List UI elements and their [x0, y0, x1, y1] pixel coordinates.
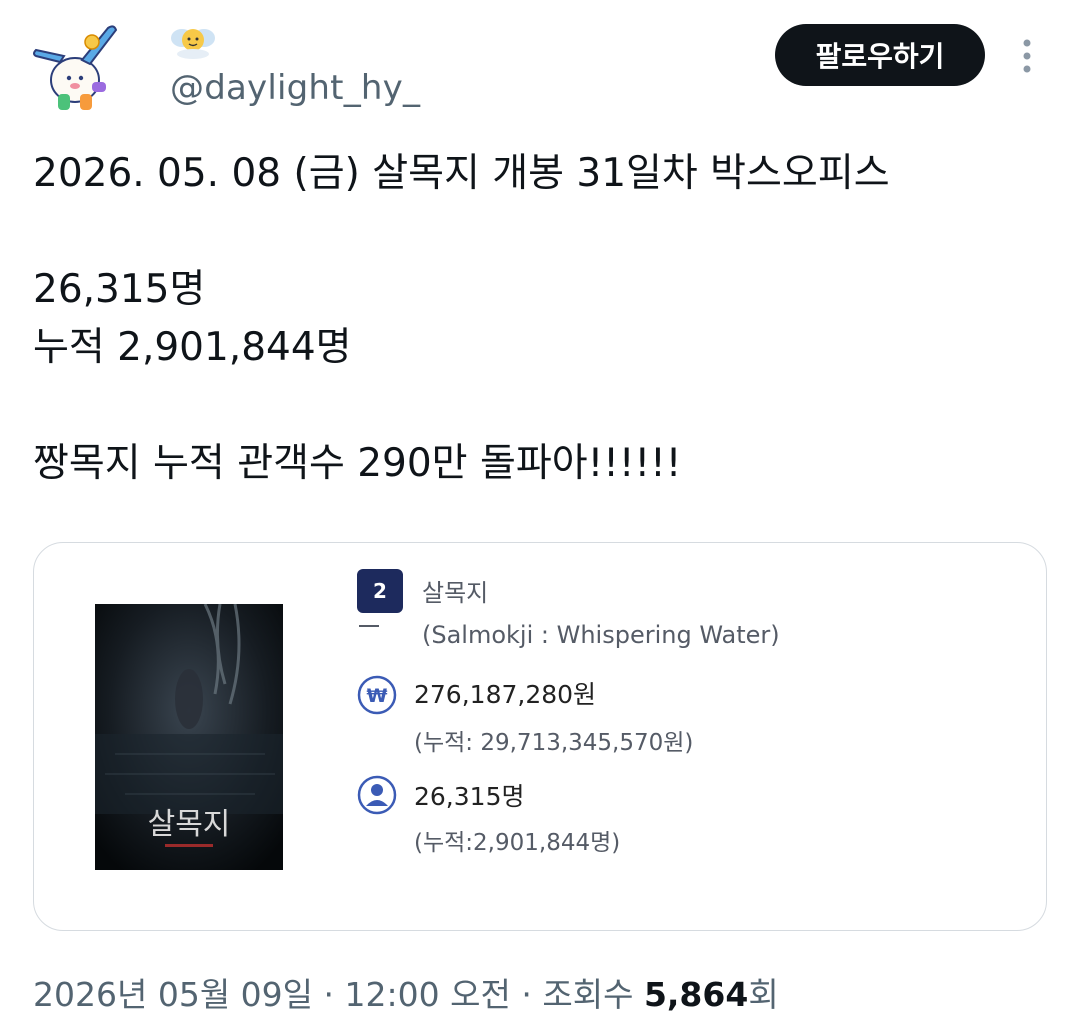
accumulated-audience: (누적:2,901,844명)	[414, 830, 621, 856]
won-icon: ₩	[357, 675, 397, 715]
accumulated-sales: (누적: 29,713,345,570원)	[414, 730, 694, 756]
follow-button[interactable]: 팔로우하기	[775, 24, 985, 86]
movie-title: 살목지	[422, 579, 489, 607]
avatar[interactable]	[30, 20, 120, 116]
box-office-card[interactable]: 살목지 2 살목지 (Salmokji : Whispering Water) …	[33, 542, 1047, 931]
more-dots-icon[interactable]	[1010, 36, 1044, 76]
rank-badge: 2	[357, 569, 403, 613]
post-date[interactable]: 2026년 05월 09일	[33, 975, 313, 1014]
views-count: 5,864	[643, 975, 749, 1014]
movie-english-title: (Salmokji : Whispering Water)	[422, 621, 780, 649]
post-time[interactable]: 12:00 오전	[345, 975, 511, 1014]
svg-text:₩: ₩	[367, 685, 388, 707]
daily-audience: 26,315명	[414, 782, 525, 811]
views-suffix: 회	[748, 975, 779, 1014]
movie-poster: 살목지	[95, 604, 283, 870]
poster-title: 살목지	[148, 807, 231, 842]
meta-separator: ·	[521, 975, 532, 1014]
author-handle[interactable]: @daylight_hy_	[170, 68, 420, 108]
sun-emoji-icon	[171, 29, 215, 59]
views-label: 조회수	[542, 975, 634, 1014]
tweet-text: 2026. 05. 08 (금) 살목지 개봉 31일차 박스오피스 26,31…	[33, 151, 890, 486]
rank-change-dash	[359, 625, 379, 627]
person-icon	[357, 775, 397, 815]
daily-sales: 276,187,280원	[414, 680, 597, 709]
tweet-meta: 2026년 05월 09일 · 12:00 오전 · 조회수 5,864회	[33, 968, 779, 1016]
meta-separator: ·	[323, 975, 335, 1014]
